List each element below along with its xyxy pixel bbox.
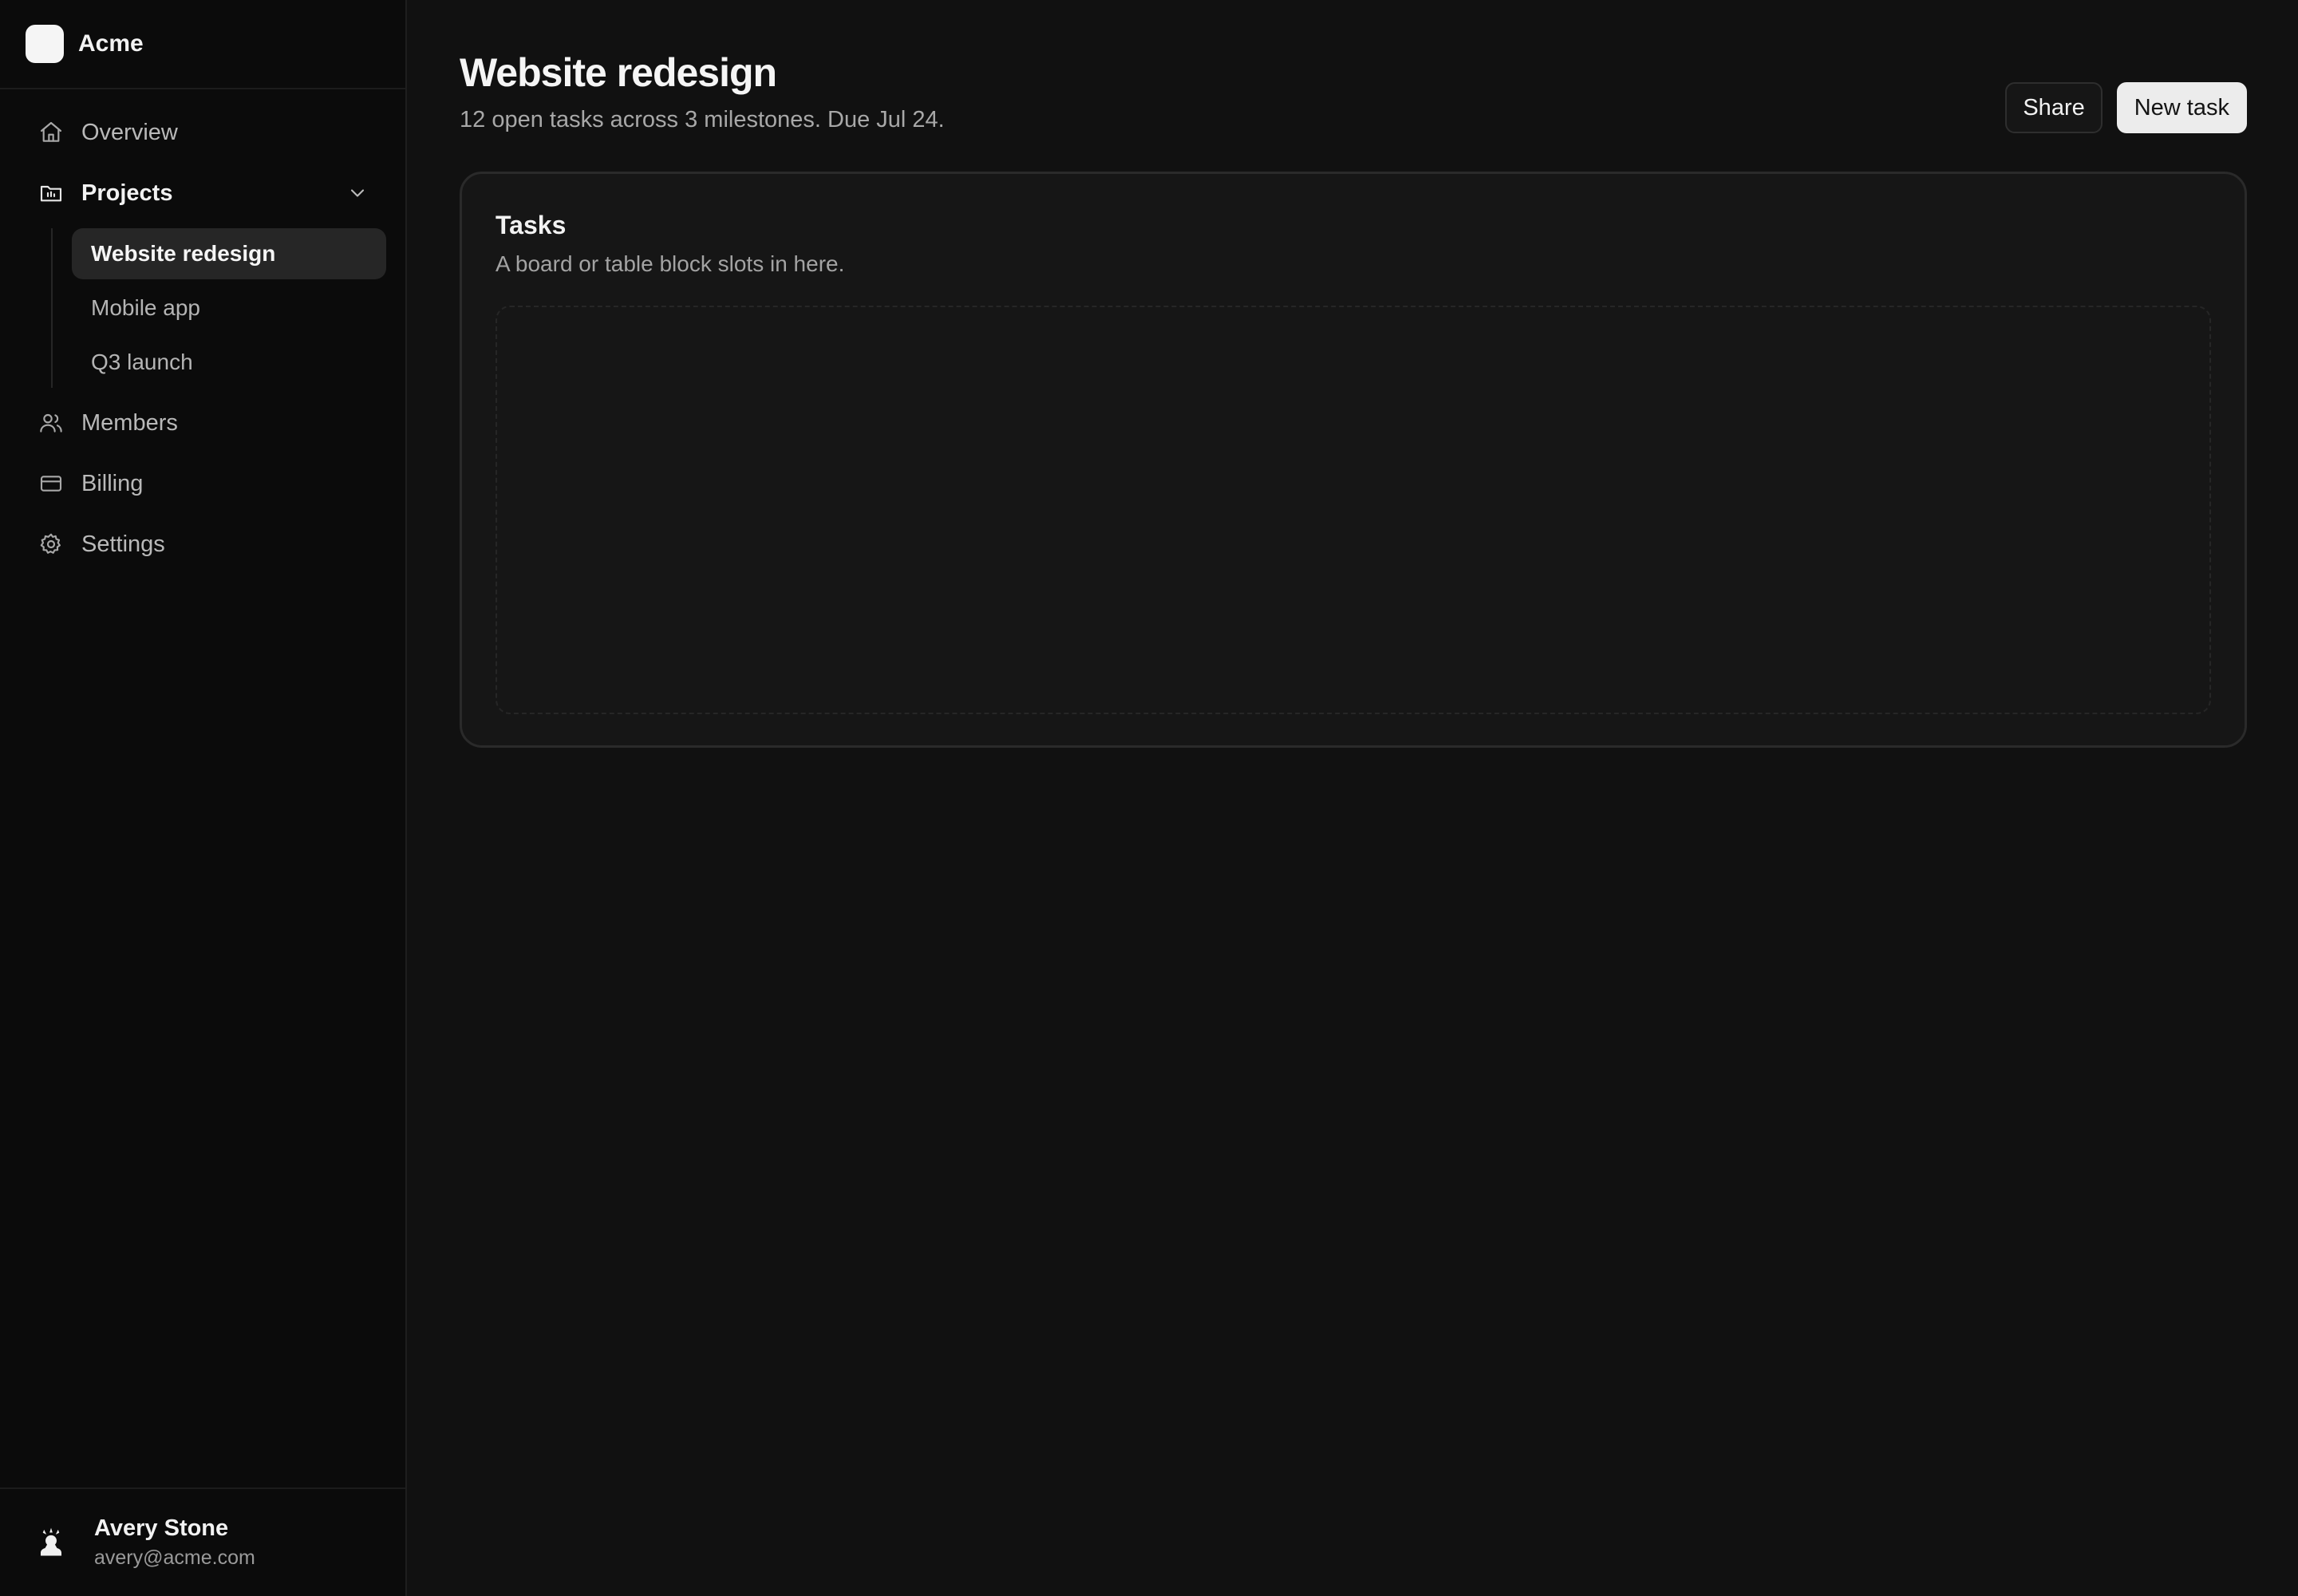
- page-title: Website redesign: [460, 50, 777, 95]
- sidebar-item-settings[interactable]: Settings: [19, 519, 386, 570]
- brand-name: Acme: [78, 30, 144, 57]
- user-name: Avery Stone: [94, 1515, 229, 1541]
- page-header: Website redesign 12 open tasks across 3 …: [460, 49, 2247, 133]
- app-shell: Acme Overview Projects Website redesign …: [0, 0, 2298, 1596]
- gear-icon: [38, 531, 64, 557]
- main-content: Website redesign 12 open tasks across 3 …: [407, 0, 2298, 1596]
- sidebar-item-members[interactable]: Members: [19, 397, 386, 448]
- share-button[interactable]: Share: [2005, 82, 2103, 133]
- users-icon: [38, 410, 64, 436]
- sidebar-subitem-label: Mobile app: [91, 295, 200, 320]
- sidebar-subitem-website-redesign[interactable]: Website redesign: [72, 228, 386, 279]
- user-info: Avery Stone avery@acme.com: [94, 1515, 255, 1570]
- sidebar: Acme Overview Projects Website redesign …: [0, 0, 407, 1596]
- sidebar-item-overview[interactable]: Overview: [19, 107, 386, 158]
- brand[interactable]: Acme: [0, 0, 405, 89]
- sidebar-subitem-label: Website redesign: [91, 241, 276, 266]
- header-actions: Share New task: [2005, 82, 2247, 133]
- folder-icon: [38, 180, 64, 206]
- sidebar-subitem-mobile-app[interactable]: Mobile app: [72, 282, 386, 334]
- avatar: [32, 1523, 70, 1562]
- user-email: avery@acme.com: [94, 1547, 255, 1569]
- tasks-card: Tasks A board or table block slots in he…: [460, 172, 2247, 748]
- card-description: A board or table block slots in here.: [496, 251, 845, 276]
- home-icon: [38, 120, 64, 145]
- chevron-down-icon[interactable]: [346, 182, 369, 204]
- sidebar-item-label: Settings: [81, 531, 165, 557]
- sidebar-nav: Overview Projects Website redesign Mobil…: [0, 89, 405, 579]
- user-profile[interactable]: Avery Stone avery@acme.com: [0, 1487, 405, 1596]
- card-title: Tasks: [496, 211, 567, 239]
- new-task-button[interactable]: New task: [2116, 82, 2247, 133]
- sidebar-item-projects[interactable]: Projects: [19, 168, 386, 219]
- page-subtitle: 12 open tasks across 3 milestones. Due J…: [460, 107, 945, 132]
- sidebar-item-label: Overview: [81, 119, 178, 145]
- sidebar-subitem-label: Q3 launch: [91, 350, 193, 374]
- credit-card-icon: [38, 471, 64, 496]
- sidebar-item-billing[interactable]: Billing: [19, 458, 386, 509]
- sidebar-item-label: Members: [81, 409, 178, 436]
- brand-logo: [26, 25, 64, 63]
- sidebar-item-label: Projects: [81, 180, 173, 206]
- sidebar-subitem-q3-launch[interactable]: Q3 launch: [72, 337, 386, 388]
- page-heading: Website redesign 12 open tasks across 3 …: [460, 49, 945, 133]
- sidebar-item-label: Billing: [81, 470, 144, 496]
- block-slot-placeholder: [496, 306, 2211, 714]
- projects-subnav: Website redesign Mobile app Q3 launch: [51, 228, 386, 388]
